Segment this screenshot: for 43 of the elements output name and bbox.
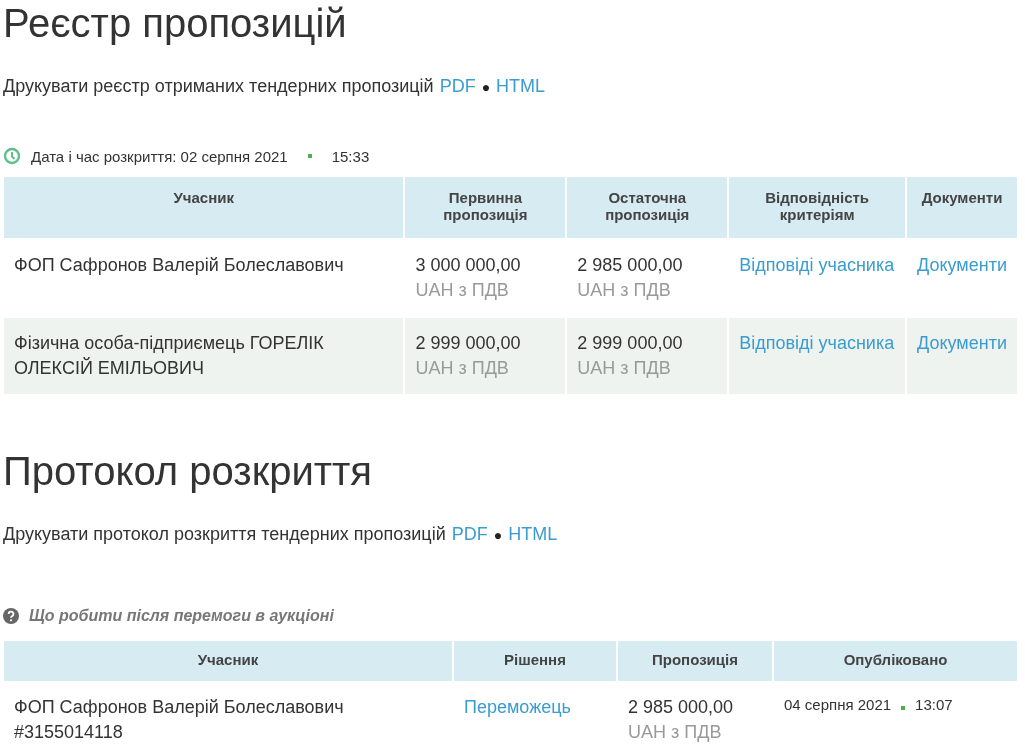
column-header: Первинна пропозиція (405, 177, 566, 238)
opening-date: Дата і час розкриття: 02 серпня 2021 (31, 147, 288, 165)
print-label: Друкувати реєстр отриманих тендерних пропозицій (3, 76, 434, 96)
currency-text: UAH з ПДВ (577, 279, 672, 302)
column-header: Документи (907, 177, 1017, 238)
participant-cell: Фізична особа-підприємець ГОРЕЛІК ОЛЕКСІЙ ЕМІЛЬОВИЧ (4, 318, 404, 394)
column-header: Пропозиція (618, 641, 772, 681)
column-header: Опубліковано (774, 641, 1017, 681)
amount-text: 2 999 000,00 (415, 332, 522, 355)
answers-link[interactable]: Відповіді учасника (739, 255, 895, 275)
html-link[interactable]: HTML (496, 76, 546, 96)
help-link[interactable]: Що робити після перемоги в аукціоні (29, 607, 334, 625)
clock-icon (3, 147, 21, 165)
html-link[interactable]: HTML (508, 524, 558, 544)
section-title: Реєстр пропозицій (3, 0, 348, 46)
currency-text: UAH з ПДВ (415, 279, 510, 302)
section-title: Протокол розкриття (3, 448, 374, 494)
participant-id: #3155014118 (14, 721, 124, 744)
participant-cell-text: ФОП Сафронов Валерій Болеславович (13, 254, 345, 277)
published-date: 04 серпня 2021 (784, 696, 892, 713)
amount-text: 2 999 000,00 (577, 332, 684, 355)
column-header: Відповідність критеріям (729, 177, 906, 238)
participant-name: ФОП Сафронов Валерій Болеславович (14, 696, 345, 719)
column-header: Рішення (454, 641, 616, 681)
amount-text: 2 985 000,00 (577, 254, 684, 277)
opening-time: 15:33 (331, 147, 370, 165)
separator-dot: ● (493, 527, 503, 543)
winner-link[interactable]: Переможець (464, 697, 571, 717)
currency-text: UAH з ПДВ (415, 357, 510, 380)
help-icon (3, 608, 19, 624)
published-time: 13:07 (915, 696, 953, 713)
column-header: Остаточна пропозиція (567, 177, 728, 238)
column-header: Учасник (4, 641, 452, 681)
separator-dot: ● (481, 79, 491, 95)
column-header: Учасник (4, 177, 404, 238)
documents-link[interactable]: Документи (917, 255, 1007, 275)
amount-text: 3 000 000,00 (415, 254, 522, 277)
pdf-link[interactable]: PDF (451, 524, 488, 544)
currency-text: UAH з ПДВ (628, 721, 723, 744)
pdf-link[interactable]: PDF (439, 76, 476, 96)
amount-text: 2 985 000,00 (628, 696, 735, 719)
currency-text: UAH з ПДВ (577, 357, 672, 380)
print-label: Друкувати протокол розкриття тендерних пропозицій (3, 524, 446, 544)
